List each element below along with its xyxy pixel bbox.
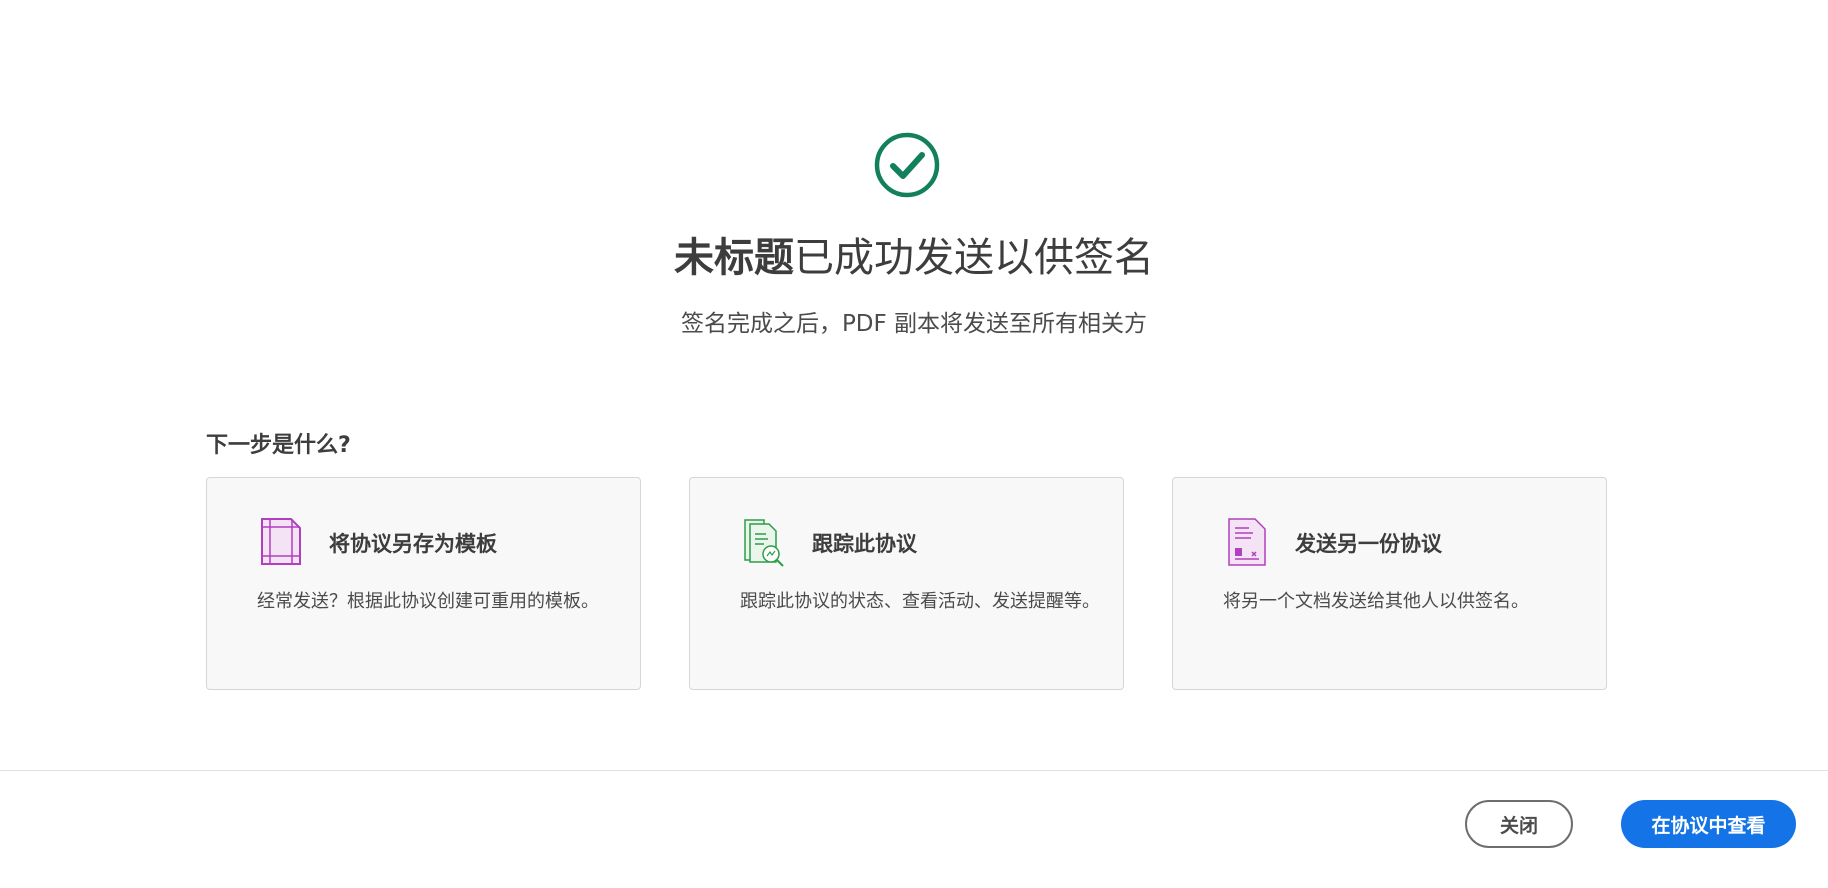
save-as-template-card[interactable]: 将协议另存为模板 经常发送？根据此协议创建可重用的模板。 bbox=[206, 477, 641, 690]
page-title: 未标题已成功发送以供签名 bbox=[0, 225, 1828, 283]
close-button[interactable]: 关闭 bbox=[1465, 800, 1573, 848]
card-title: 跟踪此协议 bbox=[812, 532, 917, 556]
next-steps-heading: 下一步是什么? bbox=[206, 433, 351, 458]
title-message: 已成功发送以供签名 bbox=[794, 235, 1154, 281]
track-agreement-icon bbox=[744, 519, 784, 567]
card-description: 跟踪此协议的状态、查看活动、发送提醒等。 bbox=[740, 591, 1100, 612]
card-title: 将协议另存为模板 bbox=[329, 532, 497, 556]
track-agreement-card[interactable]: 跟踪此协议 跟踪此协议的状态、查看活动、发送提醒等。 bbox=[689, 477, 1124, 690]
send-another-card[interactable]: 发送另一份协议 将另一个文档发送给其他人以供签名。 bbox=[1172, 477, 1607, 690]
send-document-icon bbox=[1228, 518, 1266, 566]
card-description: 将另一个文档发送给其他人以供签名。 bbox=[1223, 591, 1529, 612]
card-description: 经常发送？根据此协议创建可重用的模板。 bbox=[257, 591, 599, 612]
footer-divider bbox=[0, 770, 1828, 771]
card-title: 发送另一份协议 bbox=[1295, 532, 1442, 556]
document-name: 未标题 bbox=[674, 235, 794, 281]
view-in-agreement-button[interactable]: 在协议中查看 bbox=[1621, 800, 1796, 848]
template-icon bbox=[261, 518, 301, 565]
success-check-icon bbox=[874, 132, 940, 198]
page-subtitle: 签名完成之后，PDF 副本将发送至所有相关方 bbox=[680, 311, 1148, 337]
